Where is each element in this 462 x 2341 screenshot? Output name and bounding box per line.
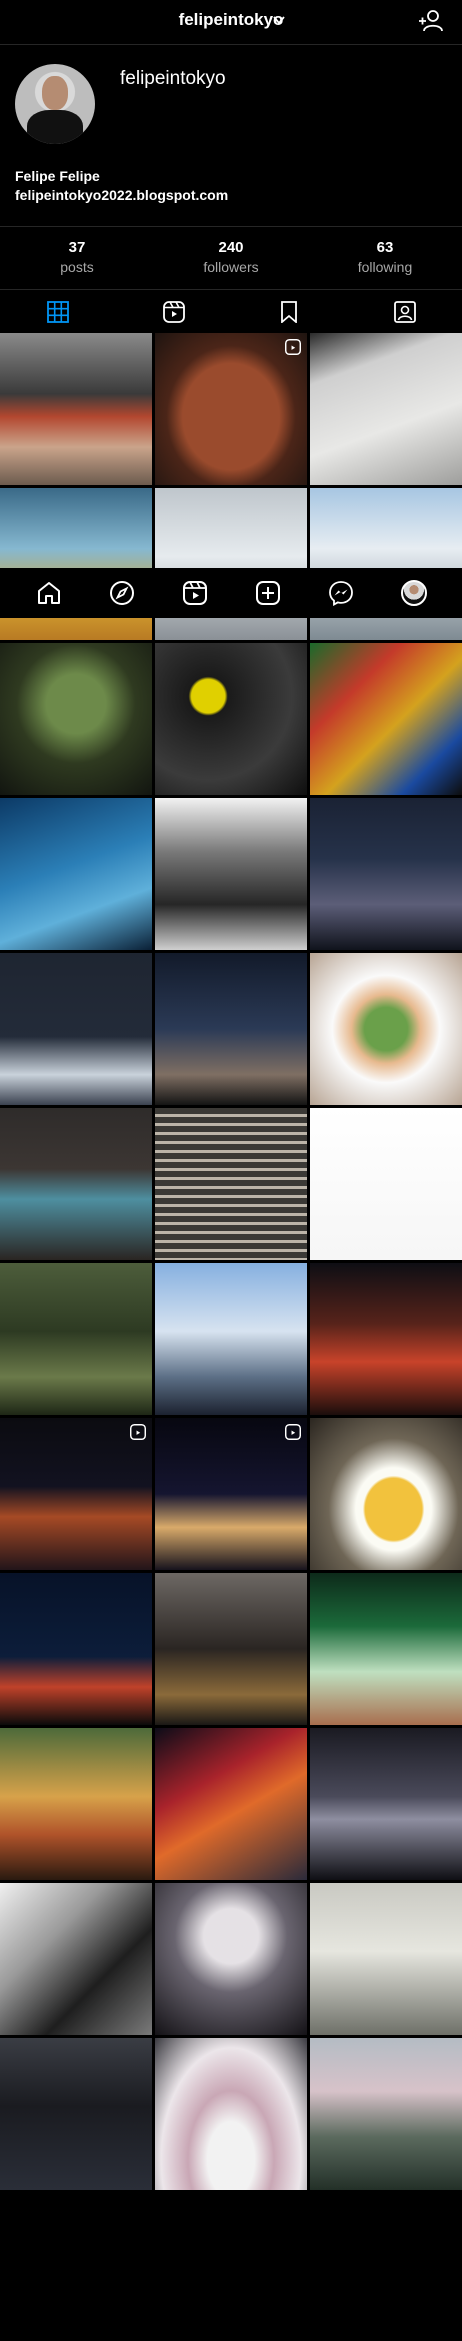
- post-thumbnail[interactable]: [310, 1263, 462, 1415]
- post-thumbnail[interactable]: [0, 1728, 152, 1880]
- post-thumbnail[interactable]: [310, 798, 462, 950]
- stat-label: following: [357, 259, 413, 275]
- stat-number: 240: [218, 239, 244, 256]
- post-thumbnail[interactable]: [155, 1883, 307, 2035]
- avatar[interactable]: [15, 64, 95, 144]
- post-thumbnail[interactable]: [0, 2038, 152, 2190]
- avatar-body: [27, 110, 83, 144]
- bottom-navigation: [0, 568, 462, 618]
- avatar-face: [42, 76, 68, 110]
- stat-label: posts: [60, 259, 94, 275]
- new-post-icon[interactable]: [255, 580, 281, 606]
- post-thumbnail[interactable]: [155, 1728, 307, 1880]
- stat-number: 63: [376, 239, 394, 256]
- chevron-down-icon[interactable]: [272, 13, 286, 27]
- post-thumbnail[interactable]: [0, 953, 152, 1105]
- divider: [0, 44, 462, 45]
- tab-saved[interactable]: [231, 290, 347, 334]
- username-title[interactable]: felipeintokyo: [0, 10, 462, 30]
- post-thumbnail[interactable]: [0, 1108, 152, 1260]
- tab-tagged[interactable]: [347, 290, 462, 334]
- profile-link[interactable]: felipeintokyo2022.blogspot.com: [15, 187, 228, 203]
- tab-reels[interactable]: [116, 290, 232, 334]
- reels-icon: [285, 1424, 301, 1440]
- reels-icon: [130, 1424, 146, 1440]
- profile-avatar[interactable]: [401, 580, 427, 606]
- explore-icon[interactable]: [109, 580, 135, 606]
- messenger-icon[interactable]: [328, 580, 354, 606]
- post-thumbnail[interactable]: [0, 1418, 152, 1570]
- profile-stats: 37 posts 240 followers 63 following: [0, 226, 462, 289]
- home-icon[interactable]: [36, 580, 62, 606]
- post-thumbnail[interactable]: [155, 643, 307, 795]
- stat-number: 37: [68, 239, 86, 256]
- post-thumbnail[interactable]: [310, 1573, 462, 1725]
- tagged-icon: [393, 301, 416, 323]
- post-thumbnail[interactable]: [310, 643, 462, 795]
- tab-grid[interactable]: [0, 290, 116, 335]
- profile-name: Felipe Felipe: [15, 168, 100, 184]
- post-thumbnail[interactable]: [0, 1573, 152, 1725]
- post-thumbnail[interactable]: [155, 1418, 307, 1570]
- top-bar: felipeintokyo: [0, 0, 462, 44]
- post-thumbnail[interactable]: [310, 333, 462, 485]
- stat-posts[interactable]: 37 posts: [0, 239, 154, 275]
- post-thumbnail[interactable]: [155, 2038, 307, 2190]
- stat-label: followers: [203, 259, 259, 275]
- post-thumbnail[interactable]: [310, 1883, 462, 2035]
- post-thumbnail[interactable]: [310, 1108, 462, 1260]
- post-thumbnail[interactable]: [310, 953, 462, 1105]
- add-user-icon[interactable]: [418, 9, 444, 33]
- saved-icon: [281, 301, 297, 323]
- post-thumbnail[interactable]: [310, 1418, 462, 1570]
- post-thumbnail[interactable]: [155, 1108, 307, 1260]
- reels-icon[interactable]: [182, 580, 208, 606]
- stat-followers[interactable]: 240 followers: [154, 239, 308, 275]
- post-thumbnail[interactable]: [0, 1883, 152, 2035]
- post-thumbnail[interactable]: [310, 2038, 462, 2190]
- reels-icon: [285, 339, 301, 355]
- post-thumbnail[interactable]: [0, 643, 152, 795]
- post-thumbnail[interactable]: [155, 1263, 307, 1415]
- post-thumbnail[interactable]: [0, 333, 152, 485]
- profile-tabs: [0, 289, 462, 335]
- post-thumbnail[interactable]: [0, 1263, 152, 1415]
- post-thumbnail[interactable]: [155, 1573, 307, 1725]
- reels-icon: [162, 301, 185, 323]
- grid-icon: [47, 301, 69, 323]
- post-thumbnail[interactable]: [0, 798, 152, 950]
- stat-following[interactable]: 63 following: [308, 239, 462, 275]
- post-thumbnail[interactable]: [310, 1728, 462, 1880]
- post-thumbnail[interactable]: [155, 953, 307, 1105]
- post-thumbnail[interactable]: [155, 333, 307, 485]
- post-thumbnail[interactable]: [155, 798, 307, 950]
- profile-handle: felipeintokyo: [120, 68, 226, 89]
